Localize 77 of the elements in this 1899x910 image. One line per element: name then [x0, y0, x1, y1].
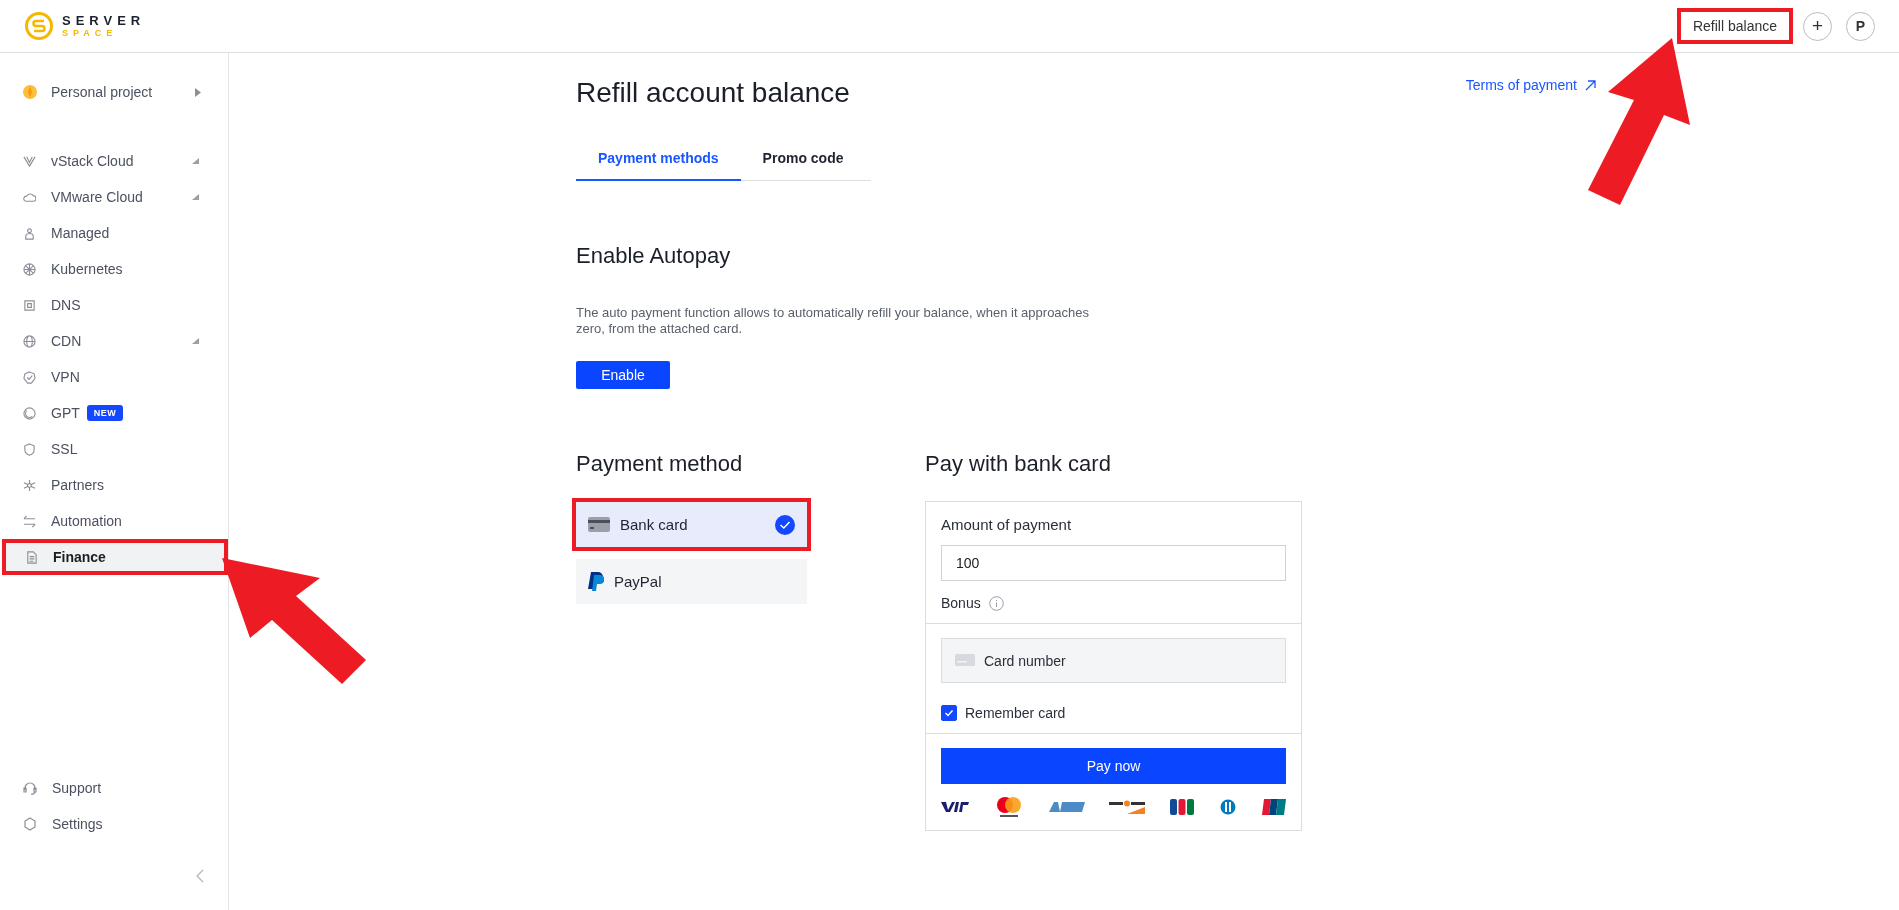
sidebar-item[interactable]: Support	[0, 770, 228, 806]
card-brand-icon	[1109, 800, 1146, 814]
item-label: Finance	[53, 549, 106, 565]
sidebar-item[interactable]: CDN	[0, 323, 228, 359]
sidebar-item[interactable]: Kubernetes	[0, 251, 228, 287]
tab[interactable]: Promo code	[740, 137, 866, 181]
sidebar-item[interactable]: vStack Cloud	[0, 143, 228, 179]
cloud-icon	[23, 190, 36, 204]
amount-field[interactable]: 100	[941, 545, 1286, 581]
shield-star-icon	[23, 370, 36, 384]
check-icon	[943, 707, 955, 719]
item-label: Automation	[51, 513, 122, 529]
item-label: CDN	[51, 333, 82, 349]
payment-method-option[interactable]: PayPal	[576, 559, 807, 604]
sidebar-item[interactable]: Finance	[2, 539, 228, 575]
document-icon	[25, 550, 38, 564]
item-label: GPT	[51, 405, 80, 421]
arrows-icon	[23, 514, 36, 528]
person-icon	[23, 226, 36, 240]
sidebar-item[interactable]: DNS	[0, 287, 228, 323]
wheel-icon	[23, 262, 36, 276]
card-brand-icon	[1261, 799, 1286, 815]
caret-icon	[195, 87, 201, 97]
sidebar-item[interactable]: VMware Cloud	[0, 179, 228, 215]
settings-icon	[23, 817, 37, 831]
item-label: VPN	[51, 369, 80, 385]
check-icon	[775, 514, 795, 535]
card-brand-icon	[1170, 799, 1195, 815]
autopay-description: The auto payment function allows to automatically refill your balance, when it approaches zero, from the attached card.	[576, 305, 1091, 337]
info-icon	[988, 595, 1004, 611]
card-icon	[955, 654, 975, 666]
card-number-field[interactable]: Card number	[941, 638, 1286, 683]
card-brand-icon	[941, 802, 969, 812]
headset-icon	[23, 781, 37, 795]
item-label: Partners	[51, 477, 104, 493]
pay-now-button[interactable]: Pay now	[941, 748, 1286, 784]
sidebar-item[interactable]: Automation	[0, 503, 228, 539]
item-label: Managed	[51, 225, 110, 241]
tab[interactable]: Payment methods	[576, 137, 741, 181]
item-label: VMware Cloud	[51, 189, 143, 205]
new-badge: NEW	[86, 405, 124, 421]
page-title: Refill account balance	[576, 77, 850, 109]
section-heading: Enable Autopay	[576, 243, 732, 269]
logo-subtitle: SPACE	[62, 29, 119, 38]
remember-checkbox[interactable]	[941, 705, 957, 721]
section-heading: Payment method	[576, 451, 744, 477]
network-icon	[23, 478, 36, 492]
triangle-icon	[23, 154, 36, 168]
sidebar-item[interactable]: GPT NEW	[0, 395, 228, 431]
amount-label: Amount of payment	[941, 516, 1073, 533]
item-label: Kubernetes	[51, 261, 123, 277]
external-arrow-icon	[1585, 79, 1596, 91]
paypal-icon	[588, 572, 604, 591]
remember-label: Remember card	[965, 705, 1066, 721]
logo-icon	[24, 11, 54, 41]
sidebar-item[interactable]: Managed	[0, 215, 228, 251]
bank-card-icon	[588, 517, 610, 532]
section-heading: Pay with bank card	[925, 451, 1112, 477]
terms-link[interactable]: Terms of payment	[1465, 77, 1596, 93]
item-label: vStack Cloud	[51, 153, 134, 169]
item-label: SSL	[51, 441, 78, 457]
card-brand-icon	[1219, 799, 1238, 815]
project-selector[interactable]: Personal project	[0, 75, 228, 109]
sidebar-item[interactable]: Settings	[0, 806, 228, 842]
shield-icon	[23, 442, 36, 456]
user-avatar[interactable]: P	[1846, 11, 1875, 41]
project-icon	[23, 85, 37, 99]
sidebar-item[interactable]: Partners	[0, 467, 228, 503]
sidebar-item[interactable]: SSL	[0, 431, 228, 467]
sidebar-item[interactable]: VPN	[0, 359, 228, 395]
globe-icon	[23, 334, 36, 348]
enable-button[interactable]: Enable	[576, 361, 670, 389]
item-label: DNS	[51, 297, 81, 313]
add-button[interactable]: +	[1803, 11, 1832, 41]
bonus-label: Bonus	[941, 595, 981, 611]
logo-wordmark: SERVER	[62, 14, 146, 27]
card-brand-icon	[1048, 802, 1085, 812]
